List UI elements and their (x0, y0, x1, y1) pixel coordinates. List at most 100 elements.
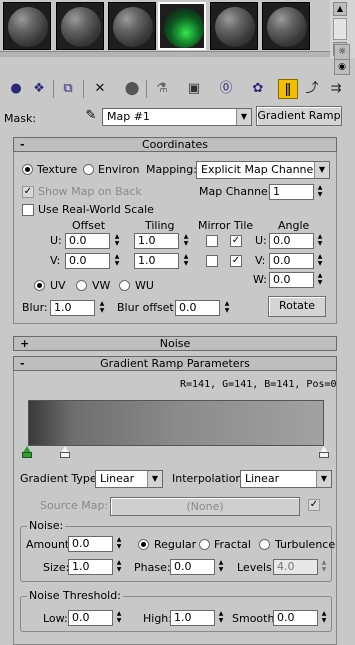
mapping-value: Explicit Map Channel (201, 163, 317, 176)
coordinates-rollout-header[interactable]: - Coordinates (13, 137, 337, 152)
show-end-result-icon[interactable]: ✿ (248, 79, 268, 99)
pick-map-icon[interactable]: ✎ (82, 107, 100, 125)
sample-type-icon[interactable]: ◉ (334, 59, 350, 75)
offset-u-spinner[interactable]: 0.0 (65, 233, 110, 249)
put-to-scene-icon[interactable]: ❖ (29, 79, 49, 99)
chevron-down-icon[interactable]: ▼ (147, 471, 162, 487)
spinner-arrows-icon[interactable]: ▲ ▼ (216, 559, 226, 575)
show-end-result-toggle-icon[interactable]: ǁ (278, 79, 298, 99)
map-channel-label: Map Channel: (199, 185, 275, 198)
gradient-type-dropdown[interactable]: Linear ▼ (95, 470, 163, 488)
spinner-arrows-icon[interactable]: ▲ ▼ (114, 559, 124, 575)
spinner-arrows-icon[interactable]: ▲ ▼ (112, 253, 122, 269)
spinner-arrows-icon[interactable]: ▲ ▼ (319, 610, 329, 626)
angle-v-spinner[interactable]: 0.0 (269, 253, 314, 269)
show-map-on-back-checkbox[interactable]: ✓ (22, 186, 34, 198)
wu-radio[interactable] (119, 280, 130, 291)
u-label: U: (255, 234, 267, 247)
real-world-scale-checkbox[interactable] (22, 204, 34, 216)
backlight-icon[interactable]: ☼ (334, 44, 350, 60)
spinner-arrows-icon[interactable]: ▲ ▼ (112, 233, 122, 249)
spinner-arrows-icon[interactable]: ▲ ▼ (216, 610, 226, 626)
gradient-ramp-rollout-header[interactable]: - Gradient Ramp Parameters (13, 356, 337, 371)
spinner-arrows-icon[interactable]: ▲ ▼ (315, 184, 325, 200)
spinner-arrows-icon[interactable]: ▲ ▼ (315, 272, 325, 288)
show-map-in-viewport-icon[interactable]: ⓪ (216, 79, 236, 99)
material-slot-4[interactable] (158, 2, 206, 50)
blur-spinner[interactable]: 1.0 (50, 300, 95, 316)
angle-w-spinner[interactable]: 0.0 (269, 272, 314, 288)
turbulence-radio[interactable] (259, 539, 270, 550)
mirror-u-checkbox[interactable] (206, 235, 218, 247)
smooth-spinner[interactable]: 0.0 (273, 610, 318, 626)
spinner-arrows-icon[interactable]: ▲ ▼ (181, 233, 191, 249)
material-slot-3[interactable] (108, 2, 156, 50)
map-type-button[interactable]: Gradient Ramp (256, 106, 342, 126)
scroll-track[interactable] (333, 18, 347, 40)
uv-radio[interactable] (34, 280, 45, 291)
collapse-icon[interactable]: - (20, 357, 25, 370)
tile-u-checkbox[interactable]: ✓ (230, 235, 242, 247)
environ-radio[interactable] (83, 164, 94, 175)
levels-spinner[interactable]: 4.0 (273, 559, 318, 575)
go-to-parent-icon[interactable]: ⤴ (302, 79, 322, 99)
tiling-u-spinner[interactable]: 1.0 (134, 233, 179, 249)
spinner-arrows-icon[interactable]: ▲ ▼ (114, 610, 124, 626)
assign-material-icon[interactable]: ⧉ (58, 79, 78, 99)
material-slot-5[interactable] (210, 2, 258, 50)
material-slot-2[interactable] (56, 2, 104, 50)
source-map-button[interactable]: (None) (110, 497, 300, 516)
material-slot-1[interactable] (3, 2, 51, 50)
wu-label: WU (135, 279, 154, 292)
chevron-down-icon[interactable]: ▼ (314, 162, 329, 178)
map-name-field[interactable]: Map #1 ▼ (102, 108, 252, 126)
spinner-arrows-icon[interactable]: ▲ ▼ (319, 559, 329, 575)
size-spinner[interactable]: 1.0 (68, 559, 113, 575)
show-map-on-back-label: Show Map on Back (38, 185, 142, 198)
collapse-icon[interactable]: - (20, 138, 25, 151)
chevron-down-icon[interactable]: ▼ (236, 109, 251, 125)
regular-radio[interactable] (138, 539, 149, 550)
delete-icon[interactable]: ✕ (90, 79, 110, 99)
spinner-arrows-icon[interactable]: ▲ ▼ (181, 253, 191, 269)
low-spinner[interactable]: 0.0 (68, 610, 113, 626)
phase-spinner[interactable]: 0.0 (170, 559, 215, 575)
slots-horizontal-scrollbar[interactable] (0, 51, 330, 57)
scroll-up-icon[interactable]: ▲ (333, 2, 347, 16)
material-effects-channel-icon[interactable]: ▣ (184, 79, 204, 99)
spinner-arrows-icon[interactable]: ▲ ▼ (315, 233, 325, 249)
expand-icon[interactable]: + (20, 337, 29, 350)
interpolation-dropdown[interactable]: Linear ▼ (240, 470, 332, 488)
noise-threshold-label: Noise Threshold: (27, 589, 123, 602)
v-label: V: (50, 254, 61, 267)
noise-rollout-header[interactable]: + Noise (13, 336, 337, 351)
high-spinner[interactable]: 1.0 (170, 610, 215, 626)
angle-u-spinner[interactable]: 0.0 (269, 233, 314, 249)
offset-v-spinner[interactable]: 0.0 (65, 253, 110, 269)
texture-radio[interactable] (22, 164, 33, 175)
rotate-button[interactable]: Rotate (268, 296, 326, 317)
blur-offset-spinner[interactable]: 0.0 (175, 300, 220, 316)
material-slot-6[interactable] (262, 2, 310, 50)
chevron-down-icon[interactable]: ▼ (316, 471, 331, 487)
amount-spinner[interactable]: 0.0 (68, 536, 113, 552)
spinner-arrows-icon[interactable]: ▲ ▼ (315, 253, 325, 269)
gradient-ramp-bar[interactable] (28, 400, 324, 446)
mirror-v-checkbox[interactable] (206, 255, 218, 267)
spinner-arrows-icon[interactable]: ▲ ▼ (114, 536, 124, 552)
source-map-enable-checkbox[interactable]: ✓ (308, 499, 320, 511)
get-material-icon[interactable]: ● (6, 79, 26, 99)
spinner-arrows-icon[interactable]: ▲ ▼ (97, 300, 107, 316)
make-unique-icon[interactable]: ⬤ (122, 79, 142, 99)
go-forward-to-sibling-icon[interactable]: ⇉ (326, 79, 346, 99)
spinner-arrows-icon[interactable]: ▲ ▼ (222, 300, 232, 316)
map-channel-spinner[interactable]: 1 (269, 184, 314, 200)
fractal-radio[interactable] (199, 539, 210, 550)
put-to-library-icon[interactable]: ⚗ (152, 79, 172, 99)
tile-v-checkbox[interactable]: ✓ (230, 255, 242, 267)
tiling-v-spinner[interactable]: 1.0 (134, 253, 179, 269)
low-label: Low: (43, 612, 68, 625)
vw-label: VW (92, 279, 111, 292)
mapping-dropdown[interactable]: Explicit Map Channel ▼ (196, 161, 330, 179)
vw-radio[interactable] (76, 280, 87, 291)
